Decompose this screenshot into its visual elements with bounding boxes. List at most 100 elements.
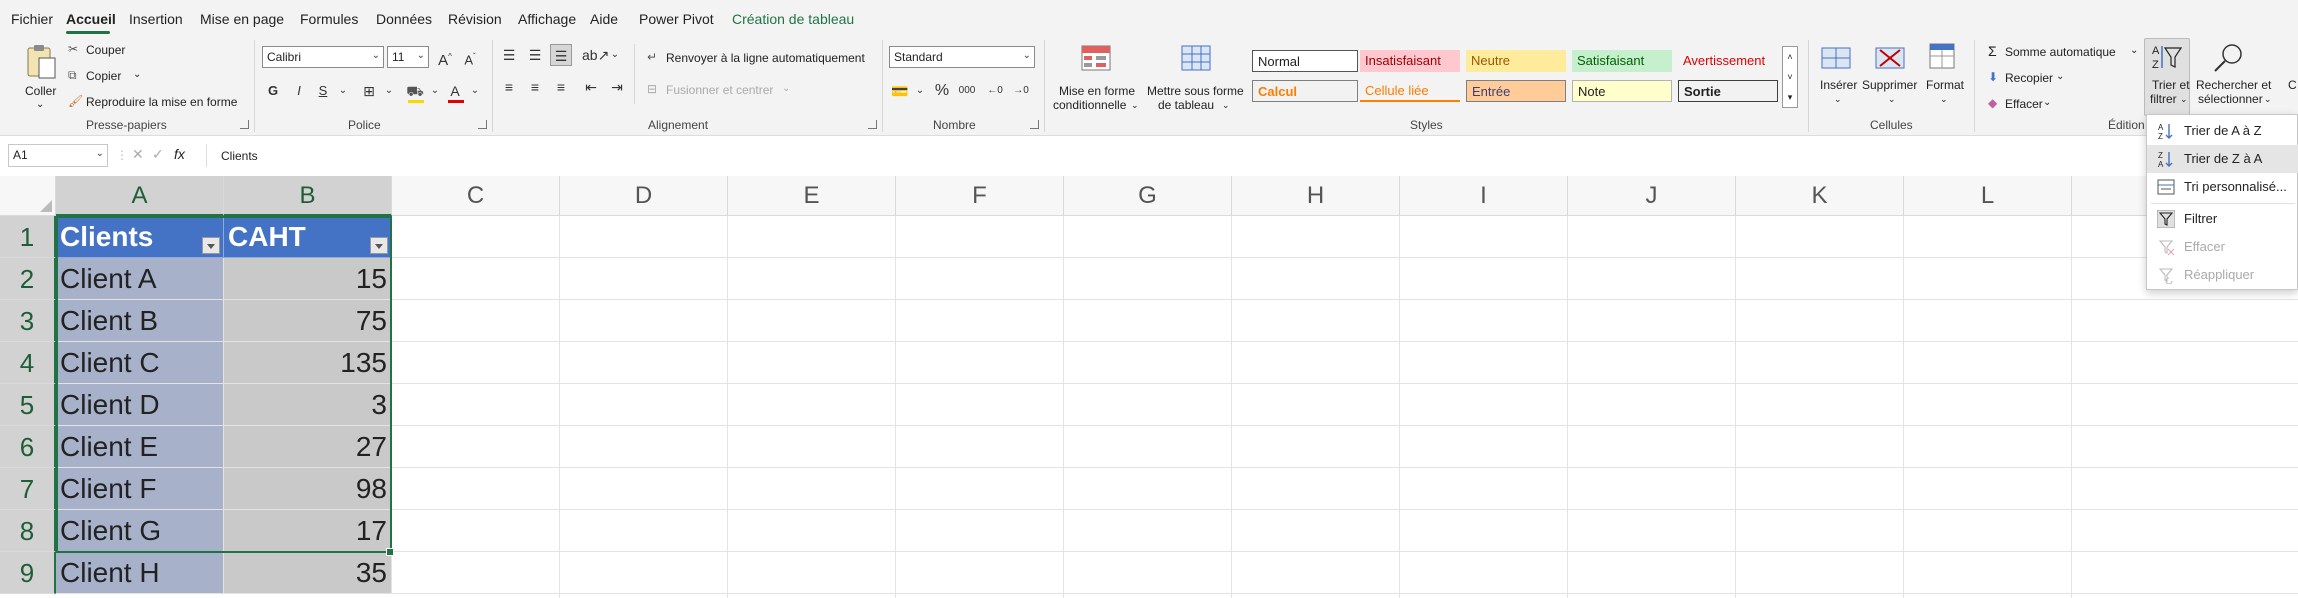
menu-formules[interactable]: Formules — [300, 11, 358, 27]
style-satisfaisant[interactable]: Satisfaisant — [1572, 50, 1672, 72]
number-launcher-icon[interactable] — [1030, 120, 1039, 129]
font-color-icon[interactable]: A — [444, 80, 466, 102]
caht-cell[interactable]: 35 — [224, 552, 392, 594]
name-box[interactable]: A1 ⌄ — [8, 144, 108, 167]
style-avertissement[interactable]: Avertissement — [1678, 50, 1778, 72]
align-left-icon[interactable]: ≡ — [498, 76, 520, 98]
menu-revision[interactable]: Révision — [448, 11, 502, 27]
client-cell[interactable]: Client E — [56, 426, 224, 468]
column-header-i[interactable]: I — [1400, 176, 1568, 216]
row-header-6[interactable]: 6 — [0, 426, 56, 468]
caht-cell[interactable]: 98 — [224, 468, 392, 510]
conditional-format-icon[interactable] — [1080, 44, 1114, 74]
column-header-l[interactable]: L — [1904, 176, 2072, 216]
client-cell[interactable]: Client H — [56, 552, 224, 594]
menu-affichage[interactable]: Affichage — [518, 11, 576, 27]
row-header-5[interactable]: 5 — [0, 384, 56, 426]
sort-filter-label-1[interactable]: Trier et — [2152, 78, 2190, 92]
align-right-icon[interactable]: ≡ — [550, 76, 572, 98]
reapply-item[interactable]: Réappliquer — [2147, 261, 2298, 289]
style-sortie[interactable]: Sortie — [1678, 80, 1778, 102]
column-header-h[interactable]: H — [1232, 176, 1400, 216]
insert-cells-icon[interactable] — [1820, 44, 1854, 74]
column-header-c[interactable]: C — [392, 176, 560, 216]
column-header-g[interactable]: G — [1064, 176, 1232, 216]
sort-filter-label-2[interactable]: filtrer — [2150, 92, 2177, 106]
format-cells-button[interactable]: Format — [1926, 78, 1964, 92]
column-header-e[interactable]: E — [728, 176, 896, 216]
underline-button[interactable]: S — [312, 80, 334, 102]
caht-cell[interactable]: 135 — [224, 342, 392, 384]
cut-button[interactable]: Couper — [86, 43, 125, 57]
sort-a-z-item[interactable]: AZ Trier de A à Z — [2147, 117, 2298, 145]
style-neutre[interactable]: Neutre — [1466, 50, 1566, 72]
conditional-format-label-1[interactable]: Mise en forme — [1059, 84, 1135, 98]
orientation-dropdown-icon[interactable]: ⌄ — [604, 44, 626, 66]
column-header-a[interactable]: A — [56, 176, 224, 216]
paste-button[interactable]: Coller — [25, 84, 56, 98]
copy-button[interactable]: Copier — [86, 69, 121, 83]
align-top-icon[interactable]: ☰ — [498, 44, 520, 66]
table-header-cell[interactable]: CAHT — [224, 216, 392, 258]
fill-dropdown-icon[interactable]: ⌄ — [2056, 70, 2064, 84]
bold-button[interactable]: G — [262, 80, 284, 102]
clipboard-launcher-icon[interactable] — [240, 120, 249, 129]
client-cell[interactable]: Client G — [56, 510, 224, 552]
caht-cell[interactable]: 15 — [224, 258, 392, 300]
fill-button[interactable]: Recopier — [2005, 71, 2053, 85]
underline-dropdown-icon[interactable]: ⌄ — [332, 80, 354, 102]
menu-creation-tableau[interactable]: Création de tableau — [732, 11, 854, 27]
row-header-4[interactable]: 4 — [0, 342, 56, 384]
delete-cells-icon[interactable] — [1874, 44, 1908, 74]
style-entree[interactable]: Entrée — [1466, 80, 1566, 102]
caht-cell[interactable]: 27 — [224, 426, 392, 468]
currency-icon[interactable]: 💳 — [889, 80, 911, 102]
fill-dropdown-icon[interactable]: ⌄ — [424, 80, 446, 102]
percent-button[interactable]: % — [931, 80, 953, 102]
table-format-label-1[interactable]: Mettre sous forme — [1147, 84, 1244, 98]
table-format-label-2[interactable]: de tableau — [1158, 98, 1214, 112]
column-header-k[interactable]: K — [1736, 176, 1904, 216]
autosum-button[interactable]: Somme automatique — [2005, 45, 2116, 59]
cancel-icon[interactable]: ✕ — [132, 147, 144, 161]
caht-cell[interactable]: 17 — [224, 510, 392, 552]
client-cell[interactable]: Client B — [56, 300, 224, 342]
borders-dropdown-icon[interactable]: ⌄ — [378, 80, 400, 102]
merge-dropdown-icon[interactable]: ⌄ — [782, 82, 790, 96]
table-format-icon[interactable] — [1180, 44, 1214, 74]
paste-icon[interactable] — [24, 42, 58, 80]
style-normal[interactable]: Normal — [1252, 50, 1358, 72]
align-bottom-icon[interactable]: ☰ — [550, 44, 572, 66]
find-select-label-2[interactable]: sélectionner — [2198, 92, 2263, 106]
confirm-icon[interactable]: ✓ — [152, 147, 164, 161]
caht-cell[interactable]: 3 — [224, 384, 392, 426]
formula-input[interactable]: Clients — [206, 144, 2298, 167]
thousands-button[interactable]: 000 — [956, 80, 978, 102]
menu-accueil[interactable]: Accueil — [66, 11, 116, 27]
row-header-8[interactable]: 8 — [0, 510, 56, 552]
row-header-9[interactable]: 9 — [0, 552, 56, 594]
fill-color-icon[interactable]: ⛟ — [404, 80, 426, 102]
wrap-text-button[interactable]: Renvoyer à la ligne automatiquement — [666, 51, 865, 65]
autosum-dropdown-icon[interactable]: ⌄ — [2130, 44, 2138, 58]
font-name-combo[interactable]: Calibri ⌄ — [262, 46, 384, 68]
clear-dropdown-icon[interactable]: ⌄ — [2043, 96, 2051, 110]
clear-filter-item[interactable]: Effacer — [2147, 233, 2298, 261]
menu-aide[interactable]: Aide — [590, 11, 618, 27]
table-header-cell[interactable]: Clients — [56, 216, 224, 258]
delete-cells-button[interactable]: Supprimer — [1862, 78, 1917, 92]
select-all-corner[interactable] — [0, 176, 56, 216]
menu-donnees[interactable]: Données — [376, 11, 432, 27]
row-header-2[interactable]: 2 — [0, 258, 56, 300]
filter-item[interactable]: Filtrer — [2147, 205, 2298, 233]
caht-cell[interactable]: 75 — [224, 300, 392, 342]
row-header-1[interactable]: 1 — [0, 216, 56, 258]
insert-function-icon[interactable]: fx — [174, 147, 185, 161]
client-cell[interactable]: Client A — [56, 258, 224, 300]
client-cell[interactable]: Client F — [56, 468, 224, 510]
clear-button[interactable]: Effacer — [2005, 97, 2043, 111]
custom-sort-item[interactable]: Tri personnalisé... — [2147, 173, 2298, 201]
filter-dropdown-icon[interactable] — [202, 237, 220, 254]
style-cellule-liee[interactable]: Cellule liée — [1360, 80, 1460, 102]
client-cell[interactable]: Client D — [56, 384, 224, 426]
